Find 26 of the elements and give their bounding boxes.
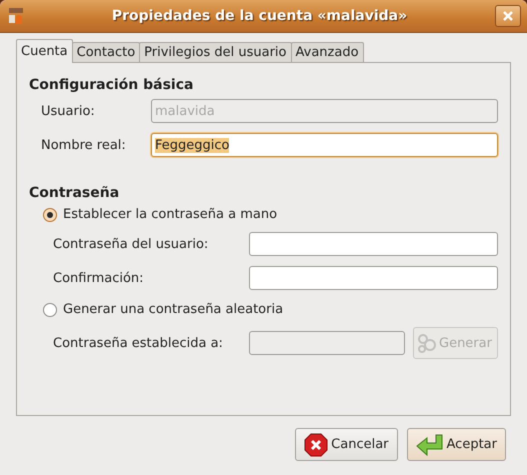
tab[interactable]: Privilegios del usuario — [139, 42, 292, 63]
text-field[interactable]: Feggeggico — [151, 133, 498, 157]
radio-button[interactable] — [43, 208, 57, 222]
tab[interactable]: Cuenta — [16, 39, 73, 63]
radio-button[interactable] — [43, 302, 57, 316]
field-label: Nombre real: — [41, 138, 127, 152]
close-button[interactable] — [495, 5, 521, 27]
section-heading: Contraseña — [29, 185, 120, 201]
radio-label: Generar una contraseña aleatoria — [63, 302, 284, 317]
field-label: Usuario: — [41, 104, 96, 118]
tab[interactable]: Avanzado — [290, 42, 364, 63]
dialog-button[interactable]: Cancelar — [295, 428, 398, 461]
window-title: Propiedades de la cuenta «malavida» — [110, 8, 408, 24]
password-field[interactable] — [249, 232, 498, 256]
field-label: Contraseña establecida a: — [53, 336, 224, 350]
field-label: Contraseña del usuario: — [53, 236, 210, 252]
dialog-button[interactable]: Aceptar — [406, 428, 506, 461]
enter-arrow-icon — [416, 434, 444, 456]
cancel-icon — [304, 432, 328, 456]
users-icon — [8, 7, 24, 25]
section-heading: Configuración básica — [29, 77, 194, 93]
close-icon — [502, 10, 514, 22]
tab[interactable]: Contacto — [72, 42, 140, 63]
password-field[interactable] — [249, 266, 498, 290]
field-label: Confirmación: — [53, 270, 145, 286]
radio-label: Establecer la contraseña a mano — [63, 207, 278, 222]
